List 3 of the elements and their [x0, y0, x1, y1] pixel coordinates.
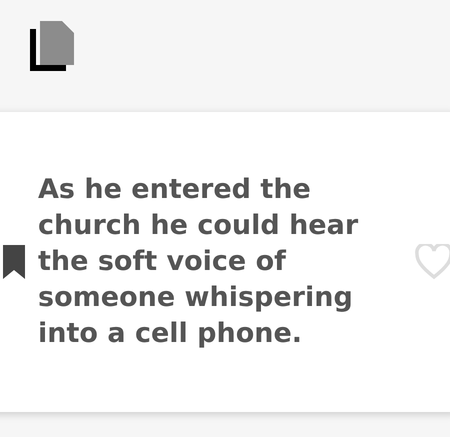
bookmark-icon[interactable] [3, 245, 25, 279]
quote-text: As he entered the church he could hear the soft voice of someone whispering into a cell phone. [38, 173, 360, 351]
copy-icon[interactable] [30, 21, 74, 71]
